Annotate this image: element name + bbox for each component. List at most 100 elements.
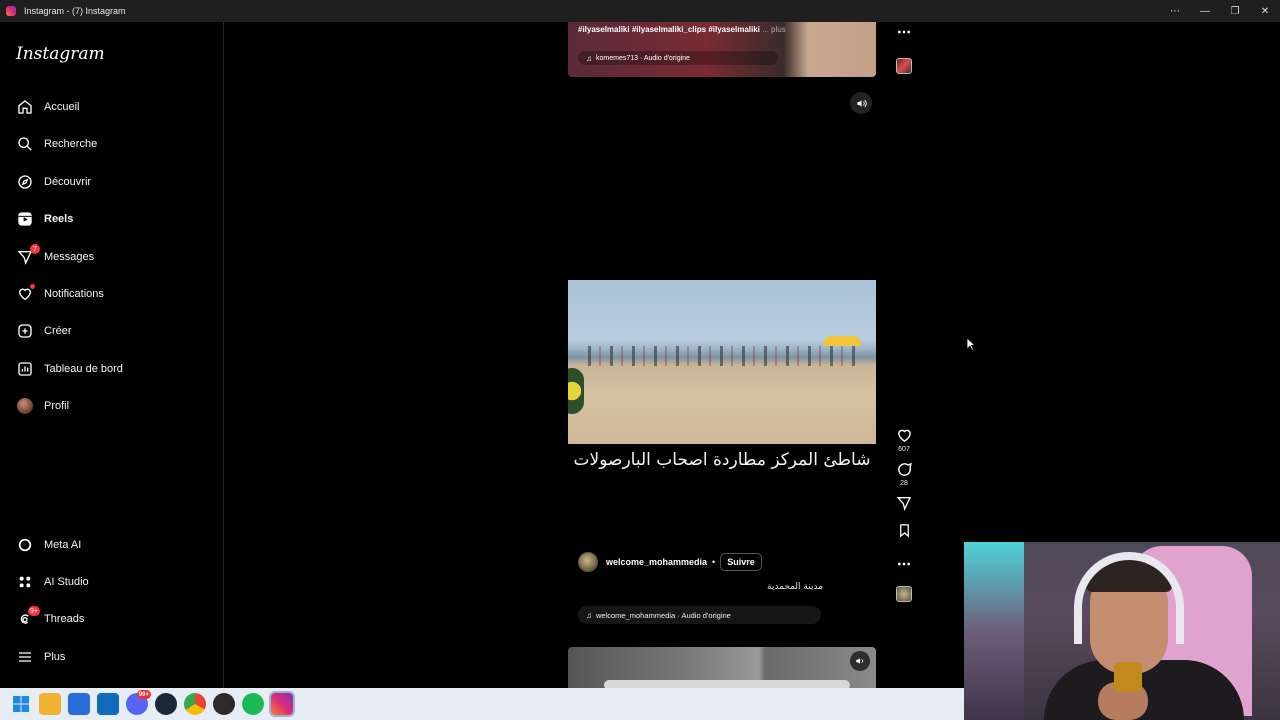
messages-badge: 7 [30,244,40,254]
author-avatar[interactable] [578,552,598,572]
sidebar-item-notifications[interactable]: Notifications [8,277,216,311]
more-options-icon[interactable]: ⋯ [1160,0,1190,22]
share-icon[interactable] [890,495,918,511]
sidebar-item-creer[interactable]: Créer [8,314,216,348]
microsoft-store-icon[interactable] [68,693,90,715]
audio-thumbnail[interactable] [890,586,918,602]
close-icon[interactable]: ✕ [1250,0,1280,22]
sidebar-item-recherche[interactable]: Recherche [8,127,216,161]
volume-icon[interactable] [850,92,872,114]
home-icon [16,98,34,116]
drink-bottle [1114,662,1142,692]
comment-action[interactable]: 28 [890,461,918,487]
sidebar-item-label: Meta AI [44,539,82,551]
sidebar-item-label: Profil [44,400,70,412]
windows-start-icon[interactable] [10,693,32,715]
sidebar-item-label: Tableau de bord [44,363,123,375]
instagram-app-icon [6,6,16,16]
comment-count: 28 [900,480,908,487]
windows-taskbar: 99+ [0,688,964,720]
like-action[interactable]: 607 [890,427,918,453]
music-note-icon: ♫ [586,53,592,63]
webcam-overlay [964,542,1280,720]
reel-location[interactable]: مدينة المحمدية [708,582,823,592]
follow-button[interactable]: Suivre [720,553,762,571]
music-note-icon: ♫ [586,610,592,620]
more-link[interactable]: ... plus [762,25,786,34]
spotify-icon[interactable] [242,693,264,715]
sidebar-item-profil[interactable]: Profil [8,389,216,423]
messenger-icon: 7 [16,244,40,266]
sidebar-item-accueil[interactable]: Accueil [8,90,216,124]
instagram-logo[interactable]: Instagram [16,44,105,64]
window-title: Instagram - (7) Instagram [24,6,126,16]
mouse-cursor-icon [966,337,976,351]
sidebar: Instagram Accueil Recherche Découvrir Re… [0,22,224,688]
sidebar-item-threads[interactable]: 9+ Threads [8,602,216,636]
heart-icon [897,429,911,443]
audio-label: welcome_mohammedia · Audio d'origine [596,610,731,620]
notification-dot [30,284,35,289]
reels-icon [16,210,34,228]
chrome-icon[interactable] [184,693,206,715]
meta-ai-icon [16,536,34,554]
reel-audio-previous[interactable]: ♫ komemes713 · Audio d'origine [578,51,778,65]
obs-icon[interactable] [213,693,235,715]
more-options-icon[interactable] [890,24,918,40]
sidebar-item-messages[interactable]: 7 Messages [8,240,216,274]
sidebar-item-plus[interactable]: Plus [8,640,216,674]
minimize-icon[interactable]: — [1190,0,1220,22]
reel-video-current[interactable]: شاطئ المركز مطاردة اصحاب البارصولات welc… [568,92,876,644]
beach-crowd [588,346,858,366]
tractor-wheel [568,368,584,414]
instagram-icon[interactable] [269,691,295,717]
separator-dot: • [712,557,716,567]
search-icon [16,135,34,153]
sidebar-item-label: Créer [44,325,72,337]
discord-icon[interactable]: 99+ [126,690,151,715]
bar-chart-icon [16,360,34,378]
reel-caption: شاطئ المركز مطاردة اصحاب البارصولات [573,450,871,470]
sidebar-item-reels[interactable]: Reels [8,202,216,236]
steam-icon[interactable] [155,693,177,715]
sidebar-item-label: Accueil [44,101,80,113]
window-titlebar: Instagram - (7) Instagram ⋯ — ❐ ✕ [0,0,1280,22]
window-controls: ⋯ — ❐ ✕ [1160,0,1280,22]
menu-icon [16,648,34,666]
more-options-icon[interactable] [890,556,918,572]
outlook-icon[interactable] [97,693,119,715]
audio-thumbnail[interactable] [890,58,918,74]
beach-video-frame [568,280,876,444]
reel-audio-current[interactable]: ♫ welcome_mohammedia · Audio d'origine [578,606,821,624]
comment-icon [897,462,912,476]
reel-actions-current: 607 28 [890,427,918,610]
beach-umbrella [823,336,861,346]
bookmark-icon[interactable] [890,523,918,538]
sidebar-item-ai-studio[interactable]: AI Studio [8,565,216,599]
background-wall [964,542,1024,720]
plus-square-icon [16,322,34,340]
sidebar-item-decouvrir[interactable]: Découvrir [8,165,216,199]
compass-icon [16,173,34,191]
reel-video-previous[interactable]: #ilyaselmaliki #ilyaselmaliki_clips #ily… [568,22,876,77]
reel-hashtags: #ilyaselmaliki #ilyaselmaliki_clips #ily… [578,25,786,34]
ai-studio-icon [16,573,34,591]
sidebar-item-tableau-de-bord[interactable]: Tableau de bord [8,352,216,386]
sidebar-item-label: Reels [44,213,74,225]
sidebar-item-meta-ai[interactable]: Meta AI [8,528,216,562]
profile-avatar [16,397,34,415]
sidebar-item-label: AI Studio [44,576,89,588]
volume-icon[interactable] [850,651,870,671]
file-explorer-icon[interactable] [39,693,61,715]
audio-label: komemes713 · Audio d'origine [596,54,690,62]
threads-icon: 9+ [16,606,40,628]
heart-icon [16,284,35,303]
taskbar-badge: 99+ [136,690,151,699]
reel-author-row: welcome_mohammedia • Suivre [578,552,762,572]
reel-video-next[interactable] [568,647,876,688]
reels-feed: #ilyaselmaliki #ilyaselmaliki_clips #ily… [224,22,964,688]
restore-icon[interactable]: ❐ [1220,0,1250,22]
hashtag-link[interactable]: #ilyaselmaliki #ilyaselmaliki_clips #ily… [578,25,760,34]
reel-actions-previous [890,24,918,82]
author-username[interactable]: welcome_mohammedia [606,557,707,567]
